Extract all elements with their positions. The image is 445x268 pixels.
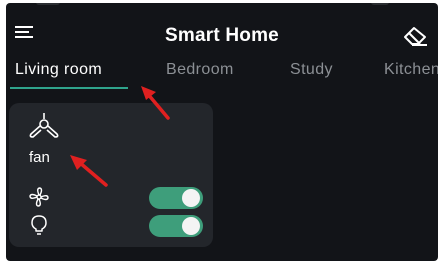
app-header: Smart Home bbox=[6, 3, 438, 53]
light-bulb-icon bbox=[28, 214, 50, 236]
tab-living-room[interactable]: Living room bbox=[15, 61, 102, 79]
page-title: Smart Home bbox=[165, 25, 279, 46]
fan-power-toggle[interactable] bbox=[149, 187, 203, 209]
app-screen: Smart Home Living room Bedroom Study Kit… bbox=[6, 3, 438, 261]
tab-study[interactable]: Study bbox=[290, 61, 333, 79]
active-tab-indicator bbox=[10, 87, 128, 89]
toggle-knob bbox=[182, 189, 200, 207]
light-power-toggle[interactable] bbox=[149, 215, 203, 237]
room-tabs: Living room Bedroom Study Kitchen bbox=[6, 59, 438, 89]
tab-bedroom[interactable]: Bedroom bbox=[166, 61, 234, 79]
device-name: fan bbox=[29, 149, 50, 166]
eraser-icon[interactable] bbox=[401, 24, 431, 48]
ceiling-fan-icon bbox=[27, 112, 61, 140]
tab-kitchen[interactable]: Kitchen bbox=[384, 61, 438, 79]
toggle-knob bbox=[182, 217, 200, 235]
device-card-fan[interactable]: fan bbox=[9, 103, 213, 247]
fan-blade-icon bbox=[28, 186, 50, 208]
